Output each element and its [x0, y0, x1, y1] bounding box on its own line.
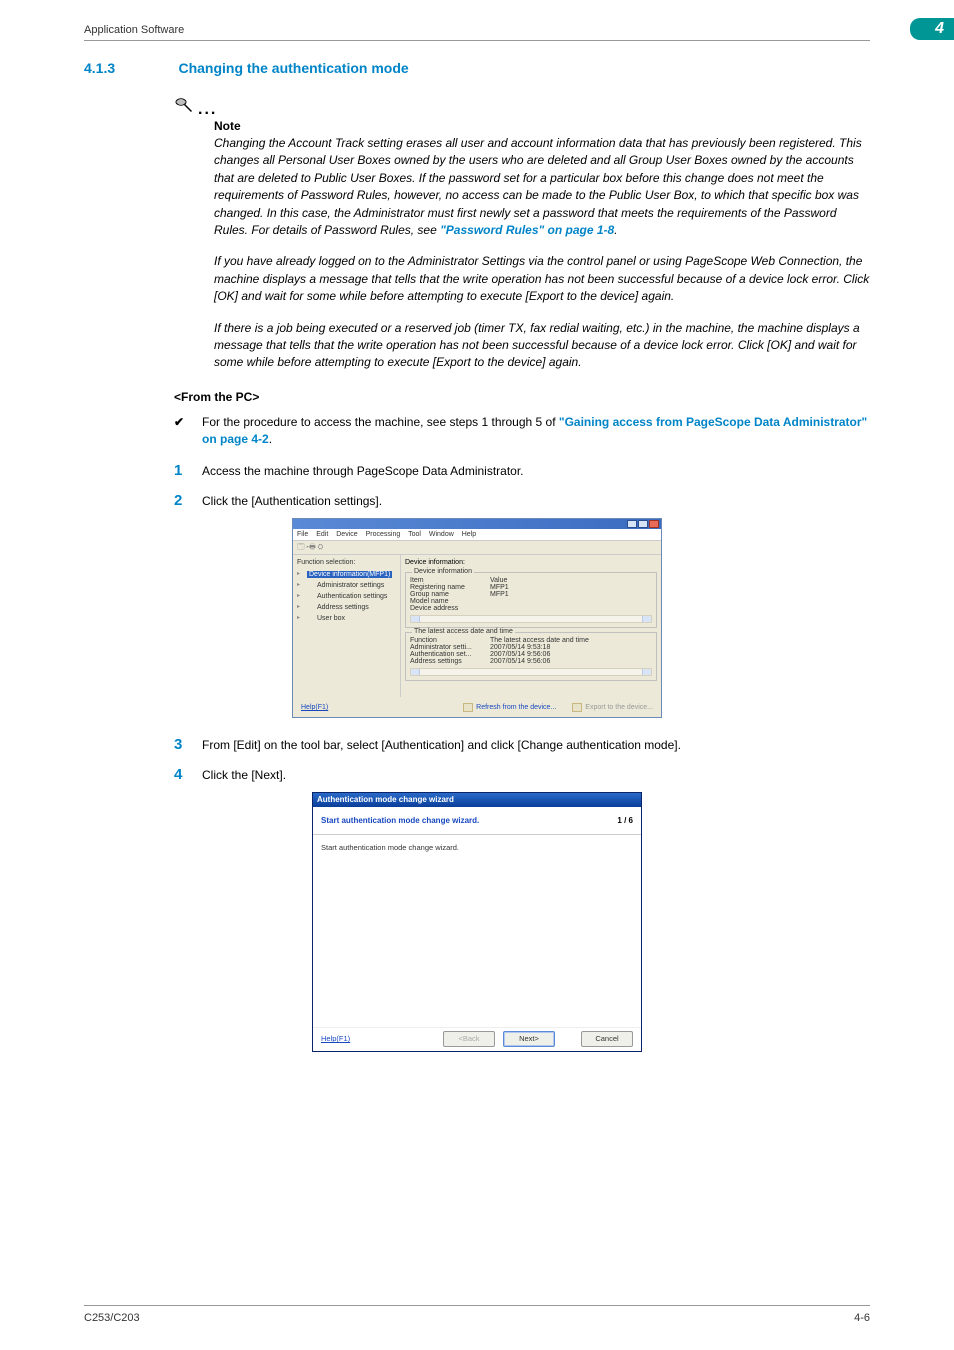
- cancel-button[interactable]: Cancel: [581, 1031, 633, 1047]
- menu-processing[interactable]: Processing: [366, 531, 401, 538]
- close-icon[interactable]: [649, 520, 659, 528]
- section-number: 4.1.3: [84, 60, 174, 76]
- g2-r1k: Authentication set...: [410, 651, 490, 658]
- next-button[interactable]: Next>: [503, 1031, 555, 1047]
- menu-window[interactable]: Window: [429, 531, 454, 538]
- group1-legend: Device information: [412, 568, 474, 575]
- g2-r2v: 2007/05/14 9:56:06: [490, 658, 550, 665]
- from-pc-heading: <From the PC>: [174, 390, 870, 404]
- g1-r0k: Registering name: [410, 584, 490, 591]
- function-selection-label: Function selection:: [297, 559, 396, 566]
- section-title: Changing the authentication mode: [178, 60, 408, 76]
- g2-r1v: 2007/05/14 9:56:06: [490, 651, 550, 658]
- g1-r1k: Group name: [410, 591, 490, 598]
- g1-scrollbar[interactable]: [410, 615, 652, 623]
- g2-r0v: 2007/05/14 9:53:18: [490, 644, 550, 651]
- menu-device[interactable]: Device: [336, 531, 357, 538]
- win2-title: Authentication mode change wizard: [313, 793, 641, 807]
- screenshot-data-administrator: File Edit Device Processing Tool Window …: [292, 518, 662, 718]
- tree-admin-settings[interactable]: Administrator settings: [297, 580, 396, 591]
- minimize-icon[interactable]: [627, 520, 637, 528]
- note-p1-a: Changing the Account Track setting erase…: [214, 136, 862, 237]
- g2-r0k: Administrator setti...: [410, 644, 490, 651]
- tree-auth-settings[interactable]: Authentication settings: [297, 591, 396, 602]
- checkline-pre: For the procedure to access the machine,…: [202, 415, 559, 429]
- export-icon: [572, 703, 582, 712]
- refresh-icon: [463, 703, 473, 712]
- g1-r1v: MFP1: [490, 591, 509, 598]
- g1-h1: Item: [410, 577, 490, 584]
- menu-edit[interactable]: Edit: [316, 531, 328, 538]
- step-text-1: Access the machine through PageScope Dat…: [202, 464, 524, 478]
- g1-r3k: Device address: [410, 605, 490, 612]
- chapter-tab: 4: [910, 18, 954, 40]
- menu-help[interactable]: Help: [462, 531, 476, 538]
- win1-toolbar: 🗔 ▸🖶 ⛭: [293, 541, 661, 555]
- header-rule: [84, 40, 870, 41]
- device-info-label: Device information:: [405, 559, 657, 566]
- step-num-4: 4: [174, 766, 182, 783]
- tree-user-box[interactable]: User box: [297, 613, 396, 624]
- note-label: Note: [214, 119, 870, 133]
- step-num-2: 2: [174, 492, 182, 509]
- g2-scrollbar[interactable]: [410, 668, 652, 676]
- win2-page: 1 / 6: [617, 816, 633, 825]
- g1-r2k: Model name: [410, 598, 490, 605]
- step-text-3: From [Edit] on the tool bar, select [Aut…: [202, 738, 681, 752]
- page-header: Application Software: [84, 24, 184, 36]
- export-button[interactable]: Export to the device...: [572, 703, 653, 712]
- note-icon: [174, 96, 196, 119]
- menu-file[interactable]: File: [297, 531, 308, 538]
- footer-page: 4-6: [854, 1312, 870, 1324]
- win1-titlebar: [293, 519, 661, 529]
- refresh-button[interactable]: Refresh from the device...: [463, 703, 556, 712]
- win2-help-link[interactable]: Help(F1): [321, 1034, 350, 1043]
- g1-h2: Value: [490, 577, 507, 584]
- maximize-icon[interactable]: [638, 520, 648, 528]
- win2-body: Start authentication mode change wizard.: [313, 835, 641, 1027]
- checkline-post: .: [269, 432, 272, 446]
- tree-root[interactable]: Device information(MFP1): [297, 569, 396, 580]
- check-icon: ✔: [174, 414, 184, 431]
- password-rules-link[interactable]: "Password Rules" on page 1-8: [440, 223, 614, 237]
- win1-menu: File Edit Device Processing Tool Window …: [293, 529, 661, 541]
- menu-tool[interactable]: Tool: [408, 531, 421, 538]
- win2-head: Start authentication mode change wizard.: [321, 816, 479, 825]
- back-button: <Back: [443, 1031, 495, 1047]
- tree-address-settings[interactable]: Address settings: [297, 602, 396, 613]
- win1-help-link[interactable]: Help(F1): [301, 704, 328, 711]
- note-dots: ...: [198, 101, 217, 118]
- step-text-2: Click the [Authentication settings].: [202, 494, 382, 508]
- note-paragraph-1: Changing the Account Track setting erase…: [214, 135, 870, 239]
- step-num-3: 3: [174, 736, 182, 753]
- g2-h2: The latest access date and time: [490, 637, 589, 644]
- g2-h1: Function: [410, 637, 490, 644]
- step-text-4: Click the [Next].: [202, 768, 286, 782]
- note-p1-b: .: [614, 223, 617, 237]
- step-num-1: 1: [174, 462, 182, 479]
- group2-legend: The latest access date and time: [412, 628, 515, 635]
- screenshot-wizard: Authentication mode change wizard Start …: [312, 792, 642, 1052]
- note-paragraph-2: If you have already logged on to the Adm…: [214, 253, 870, 305]
- footer-model: C253/C203: [84, 1312, 140, 1324]
- note-paragraph-3: If there is a job being executed or a re…: [214, 320, 870, 372]
- g1-r0v: MFP1: [490, 584, 509, 591]
- g2-r2k: Address settings: [410, 658, 490, 665]
